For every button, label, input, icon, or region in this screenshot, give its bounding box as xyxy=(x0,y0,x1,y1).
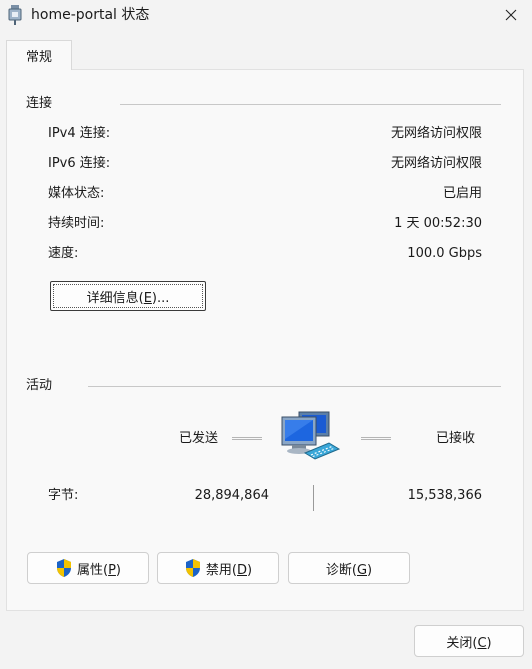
tab-general[interactable]: 常规 xyxy=(6,40,72,70)
bytes-separator xyxy=(313,485,314,511)
window-title: home-portal 状态 xyxy=(31,7,150,23)
ipv6-value: 无网络访问权限 xyxy=(390,156,482,171)
properties-button[interactable]: 属性(P) xyxy=(27,552,149,584)
duration-value: 1 天 00:52:30 xyxy=(394,216,482,231)
media-state-value: 已启用 xyxy=(442,186,482,201)
diagnose-button[interactable]: 诊断(G) xyxy=(288,552,410,584)
bytes-received-value: 15,538,366 xyxy=(407,488,482,503)
properties-button-label: 属性(P) xyxy=(77,562,121,578)
activity-section-label: 活动 xyxy=(26,378,53,393)
close-button-label: 关闭(C) xyxy=(446,635,492,651)
duration-label: 持续时间: xyxy=(48,216,105,231)
bytes-label: 字节: xyxy=(48,488,79,503)
tab-panel xyxy=(6,69,524,611)
uac-shield-icon xyxy=(57,559,71,577)
close-window-button[interactable] xyxy=(490,0,532,30)
ipv4-label: IPv4 连接: xyxy=(48,126,111,141)
disable-button-label: 禁用(D) xyxy=(205,562,253,578)
received-dash xyxy=(361,437,391,440)
title-bar: home-portal 状态 xyxy=(0,0,532,32)
connection-section-label: 连接 xyxy=(26,96,53,111)
uac-shield-icon xyxy=(185,559,200,577)
close-button[interactable]: 关闭(C) xyxy=(414,625,524,657)
speed-label: 速度: xyxy=(48,246,79,261)
close-icon xyxy=(505,9,517,21)
ipv4-value: 无网络访问权限 xyxy=(390,126,482,141)
details-button-label: 详细信息(E)... xyxy=(86,290,170,306)
network-computers-icon xyxy=(279,409,345,467)
bytes-sent-value: 28,894,864 xyxy=(194,488,269,503)
diagnose-button-label: 诊断(G) xyxy=(325,562,373,578)
activity-divider xyxy=(88,386,501,387)
received-label: 已接收 xyxy=(436,431,476,446)
tab-label: 常规 xyxy=(25,50,52,65)
network-adapter-icon xyxy=(8,5,22,25)
sent-dash xyxy=(232,437,262,440)
speed-value: 100.0 Gbps xyxy=(407,246,482,261)
disable-button[interactable]: 禁用(D) xyxy=(157,552,279,584)
media-state-label: 媒体状态: xyxy=(48,186,105,201)
details-button[interactable]: 详细信息(E)... xyxy=(50,281,206,311)
ipv6-label: IPv6 连接: xyxy=(48,156,111,171)
connection-divider xyxy=(120,104,501,105)
sent-label: 已发送 xyxy=(179,431,219,446)
